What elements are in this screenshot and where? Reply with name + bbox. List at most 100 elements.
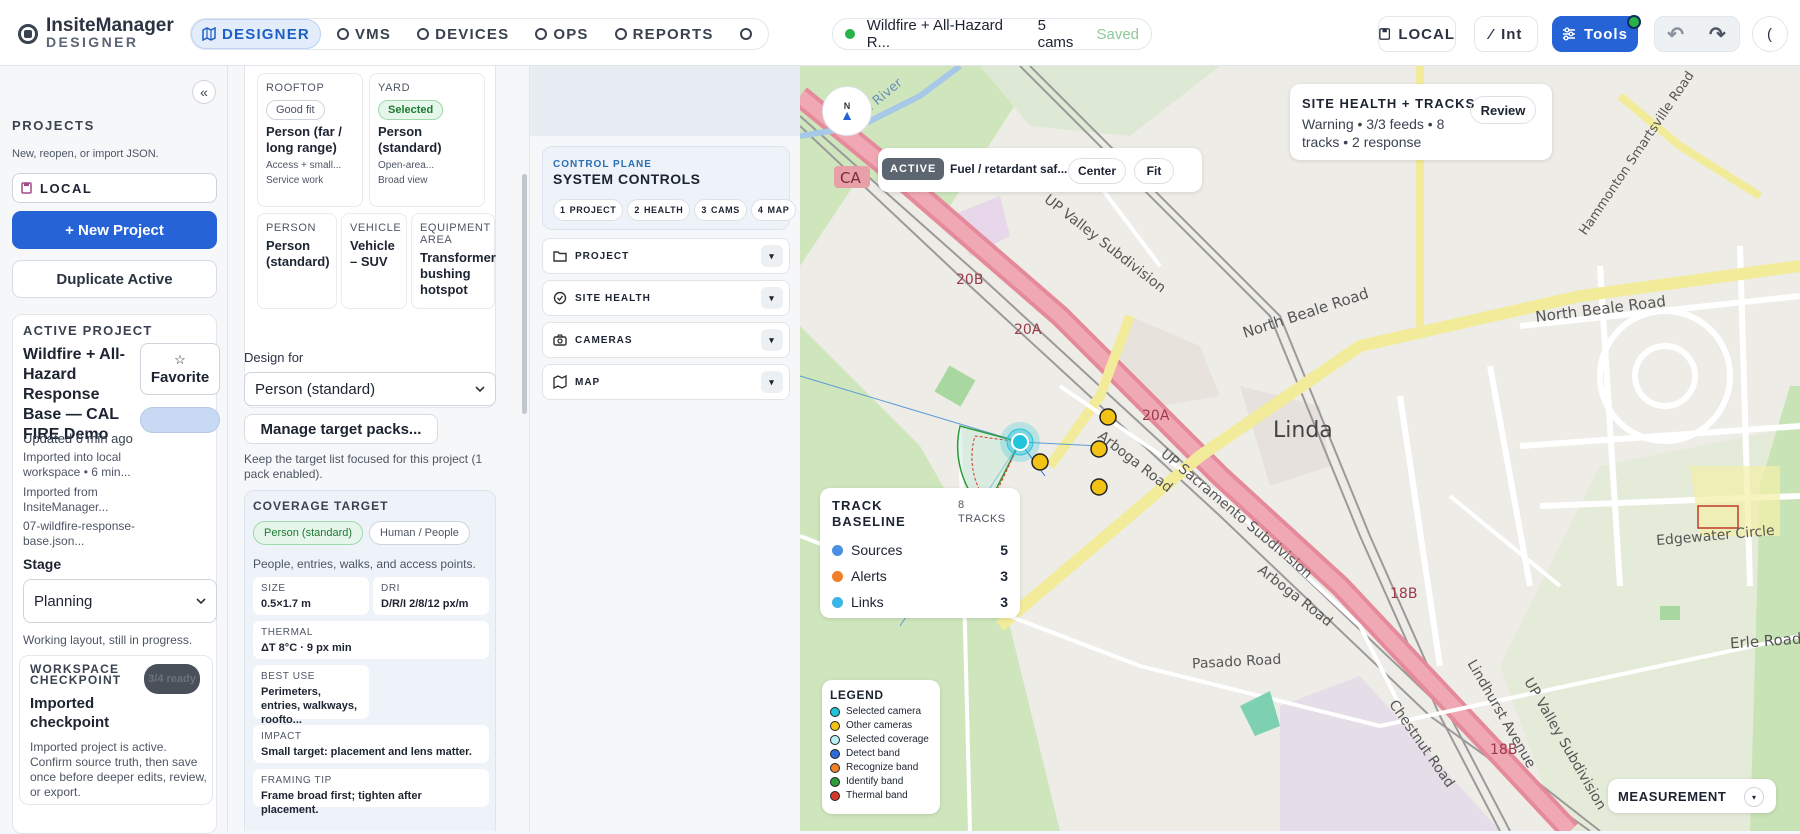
compass-button[interactable]: N ▲ <box>822 86 872 136</box>
system-controls-card: CONTROL PLANE SYSTEM CONTROLS 1 PROJECT 2… <box>542 146 797 230</box>
nav-ops[interactable]: OPS <box>525 19 598 49</box>
circle-icon <box>535 28 548 40</box>
checkpoint-body: Imported project is active. Confirm sour… <box>30 740 207 799</box>
target-card-rooftop[interactable]: ROOFTOP Good fit Person (far / long rang… <box>257 73 363 207</box>
step-cams[interactable]: 3 CAMS <box>694 199 747 221</box>
panel-toggle-button[interactable]: ( <box>1752 16 1788 52</box>
map-label-ca: CA <box>840 169 861 187</box>
chevron-down-icon[interactable]: ▾ <box>761 287 783 309</box>
accordion-map[interactable]: MAP ▾ <box>542 364 790 400</box>
accordion-project[interactable]: PROJECT ▾ <box>542 238 790 274</box>
stat-impact: IMPACT Small target: placement and lens … <box>253 725 489 763</box>
site-health-summary: Warning • 3/3 feeds • 8 tracks • 2 respo… <box>1302 116 1445 150</box>
chevron-down-icon[interactable]: ▾ <box>761 371 783 393</box>
fit-button[interactable]: Fit <box>1134 158 1174 184</box>
stat-best-use: BEST USE Perimeters, entries, walkways, … <box>253 665 369 726</box>
new-project-button[interactable]: + New Project <box>12 211 217 249</box>
map-canvas[interactable]: Linda North Beale Road North Beale Road … <box>800 66 1800 831</box>
chevron-down-icon[interactable]: ▾ <box>761 245 783 267</box>
stage-help: Working layout, still in progress. <box>23 633 193 647</box>
active-project-card: ACTIVE PROJECT Wildfire + All-Hazard Res… <box>12 314 220 834</box>
active-camera-name: Fuel / retardant saf... <box>950 162 1068 176</box>
map-icon <box>202 27 216 41</box>
target-card-person[interactable]: PERSON Person (standard) <box>257 213 337 309</box>
track-baseline-heading: TRACK BASELINE <box>832 498 906 529</box>
chevron-down-icon[interactable]: ▾ <box>761 329 783 351</box>
nav-vms[interactable]: VMS <box>327 19 401 49</box>
legend-swatch <box>830 720 840 731</box>
nav-reports[interactable]: REPORTS <box>605 19 724 49</box>
tools-button[interactable]: Tools <box>1552 15 1641 52</box>
accordion-cameras[interactable]: CAMERAS ▾ <box>542 322 790 358</box>
legend-heading: LEGEND <box>830 688 884 702</box>
stage-label: Stage <box>23 556 62 572</box>
design-for-select[interactable]: Person (standard) <box>244 372 496 406</box>
scrollbar[interactable] <box>522 174 527 414</box>
brand: InsiteManager DESIGNER <box>18 15 174 50</box>
target-card-vehicle[interactable]: VEHICLE Vehicle – SUV <box>341 213 407 309</box>
camera-marker <box>1090 478 1108 496</box>
save-icon <box>21 182 32 194</box>
target-card-yard[interactable]: YARD Selected Person (standard) Open-are… <box>369 73 485 207</box>
accordion-site-health[interactable]: SITE HEALTH ▾ <box>542 280 790 316</box>
import-source: Imported from InsiteManager... <box>23 485 109 514</box>
selected-camera <box>1011 433 1029 451</box>
legend-swatch <box>830 790 840 801</box>
projects-subtitle: New, reopen, or import JSON. <box>12 148 159 160</box>
manage-target-packs-button[interactable]: Manage target packs... <box>244 414 438 444</box>
chevron-down-icon <box>196 598 206 604</box>
legend-item: Thermal band <box>830 790 908 801</box>
review-button[interactable]: Review <box>1470 96 1536 124</box>
target-card-equipment[interactable]: EQUIPMENT AREA Transformer bushing hotsp… <box>411 213 496 309</box>
camera-icon <box>553 334 567 346</box>
stat-size: SIZE 0.5×1.7 m <box>253 577 369 615</box>
nav-more[interactable] <box>730 19 762 49</box>
coverage-heading: COVERAGE TARGET <box>253 499 389 513</box>
workspace-select[interactable]: LOCAL <box>12 173 217 203</box>
legend-item: Selected camera <box>830 706 921 717</box>
undo-icon[interactable]: ↶ <box>1667 22 1685 47</box>
selected-tag: Selected <box>378 100 444 120</box>
stage-select[interactable]: Planning <box>23 579 217 623</box>
legend-swatch <box>830 706 840 717</box>
step-map[interactable]: 4 MAP <box>750 199 797 221</box>
map-icon <box>553 375 567 389</box>
control-plane-header <box>530 66 800 136</box>
map-label-20a-2: 20A <box>1142 408 1170 424</box>
active-project-name: Wildfire + All-Hazard Response Base — CA… <box>23 346 125 443</box>
checkpoint-badge: 3/4 ready <box>144 664 200 694</box>
local-button[interactable]: LOCAL <box>1378 16 1456 52</box>
brand-name: InsiteManager <box>46 15 174 36</box>
map-label-20b: 20B <box>956 272 984 288</box>
coverage-tag-person[interactable]: Person (standard) <box>253 521 364 545</box>
center-button[interactable]: Center <box>1068 158 1126 184</box>
target-panel: ROOFTOP Good fit Person (far / long rang… <box>228 66 530 831</box>
projects-sidebar: « PROJECTS New, reopen, or import JSON. … <box>0 66 228 834</box>
coverage-tag-human[interactable]: Human / People <box>369 521 470 545</box>
circle-icon <box>417 28 430 40</box>
duplicate-active-button[interactable]: Duplicate Active <box>12 260 217 298</box>
site-health-heading: SITE HEALTH + TRACKS <box>1302 96 1476 111</box>
import-file: 07-wildfire-response-base.json... <box>23 519 136 548</box>
step-project[interactable]: 1 PROJECT <box>553 199 624 221</box>
measurement-control[interactable]: MEASUREMENT ▾ <box>1608 779 1776 813</box>
design-for-label: Design for <box>244 350 304 365</box>
legend-item: Detect band <box>830 748 900 759</box>
project-status-pill[interactable]: Wildfire + All-Hazard R... 5 cams Saved <box>832 17 1152 51</box>
coverage-target-card: COVERAGE TARGET Person (standard) Human … <box>244 490 496 831</box>
map-legend: LEGEND Selected camera Other cameras Sel… <box>822 680 940 814</box>
legend-item: Selected coverage <box>830 734 929 745</box>
nav-designer[interactable]: DESIGNER <box>191 19 321 49</box>
int-button[interactable]: ⁄ Int <box>1474 16 1538 52</box>
chevron-down-icon[interactable]: ▾ <box>1744 787 1764 807</box>
track-count: 8 TRACKS <box>958 499 1006 525</box>
project-pill-cams: 5 cams <box>1037 17 1074 51</box>
folder-icon <box>553 251 567 262</box>
nav-devices[interactable]: DEVICES <box>407 19 519 49</box>
favorite-button[interactable]: ☆ Favorite <box>140 343 220 395</box>
redo-icon[interactable]: ↷ <box>1709 22 1727 47</box>
collapse-sidebar-button[interactable]: « <box>192 80 216 104</box>
active-project-heading: ACTIVE PROJECT <box>23 323 153 338</box>
camera-marker <box>1031 453 1049 471</box>
step-health[interactable]: 2 HEALTH <box>627 199 691 221</box>
